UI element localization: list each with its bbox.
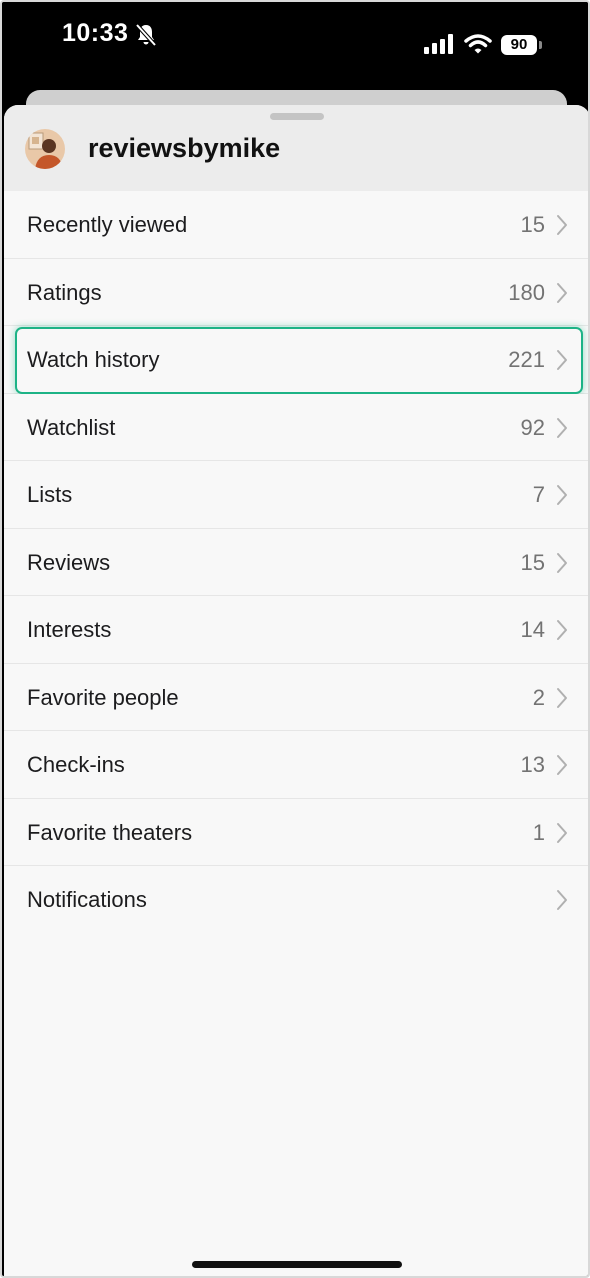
menu-item-label: Check-ins bbox=[27, 752, 125, 777]
menu-item-count: 180 bbox=[508, 279, 545, 305]
menu-item-recently-viewed[interactable]: Recently viewed 15 bbox=[4, 191, 588, 259]
menu-item-label: Ratings bbox=[27, 279, 102, 305]
menu-item-count: 15 bbox=[520, 212, 545, 237]
menu-item-count: 1 bbox=[532, 819, 545, 845]
sheet-grabber[interactable] bbox=[270, 113, 324, 120]
chevron-right-icon bbox=[557, 822, 567, 843]
menu-item-label: Favorite theaters bbox=[27, 819, 193, 845]
battery-nub bbox=[539, 41, 542, 49]
menu-item-interests[interactable]: Interests 14 bbox=[4, 596, 588, 664]
menu-item-favorite-theaters[interactable]: Favorite theaters 1 bbox=[4, 798, 588, 866]
menu-item-count: 14 bbox=[520, 617, 545, 642]
menu-item-count: 92 bbox=[520, 414, 545, 440]
phone-screen: 10:33 90 reviewsbymike Recently viewed 1… bbox=[0, 0, 590, 1278]
chevron-right-icon bbox=[557, 215, 567, 235]
menu-item-watch-history[interactable]: Watch history 221 bbox=[4, 326, 588, 394]
menu-item-label: Watchlist bbox=[27, 414, 116, 440]
chevron-right-icon bbox=[557, 552, 567, 573]
menu-item-count: 13 bbox=[520, 752, 545, 777]
menu-item-lists[interactable]: Lists 7 bbox=[4, 461, 588, 529]
status-time: 10:33 bbox=[62, 19, 129, 47]
menu-item-count: 15 bbox=[520, 549, 545, 575]
wifi-icon bbox=[464, 34, 492, 54]
menu-item-watchlist[interactable]: Watchlist 92 bbox=[4, 393, 588, 461]
menu-item-label: Lists bbox=[27, 482, 73, 507]
chevron-right-icon bbox=[557, 350, 567, 370]
menu-item-ratings[interactable]: Ratings 180 bbox=[4, 258, 588, 326]
menu-item-label: Favorite people bbox=[27, 684, 179, 710]
battery-icon: 90 bbox=[501, 35, 537, 55]
chevron-right-icon bbox=[557, 282, 567, 303]
chevron-right-icon bbox=[557, 417, 567, 438]
avatar[interactable] bbox=[25, 129, 65, 169]
menu-item-check-ins[interactable]: Check-ins 13 bbox=[4, 731, 588, 799]
menu-item-label: Watch history bbox=[27, 347, 160, 372]
menu-item-label: Reviews bbox=[27, 549, 111, 575]
profile-header: reviewsbymike bbox=[4, 105, 588, 191]
cellular-signal-icon bbox=[424, 34, 453, 54]
menu-item-label: Interests bbox=[27, 617, 112, 642]
menu-item-count: 221 bbox=[508, 347, 545, 372]
profile-username: reviewsbymike bbox=[88, 133, 281, 163]
chevron-right-icon bbox=[557, 890, 567, 910]
chevron-right-icon bbox=[557, 485, 567, 505]
menu-item-label: Recently viewed bbox=[27, 212, 188, 237]
chevron-right-icon bbox=[557, 620, 567, 640]
home-indicator[interactable] bbox=[192, 1261, 402, 1268]
menu-item-favorite-people[interactable]: Favorite people 2 bbox=[4, 663, 588, 731]
profile-menu: Recently viewed 15 Ratings 180 Watch his… bbox=[4, 191, 588, 934]
menu-item-notifications[interactable]: Notifications bbox=[4, 866, 588, 934]
profile-sheet: reviewsbymike Recently viewed 15 Ratings… bbox=[4, 105, 588, 1276]
menu-item-count: 2 bbox=[532, 684, 545, 710]
chevron-right-icon bbox=[557, 755, 567, 775]
chevron-right-icon bbox=[557, 687, 567, 708]
menu-item-label: Notifications bbox=[27, 887, 147, 912]
status-bar: 10:33 90 bbox=[2, 2, 588, 82]
menu-item-count: 7 bbox=[532, 482, 545, 507]
menu-item-reviews[interactable]: Reviews 15 bbox=[4, 528, 588, 596]
bell-slash-icon bbox=[135, 23, 157, 47]
